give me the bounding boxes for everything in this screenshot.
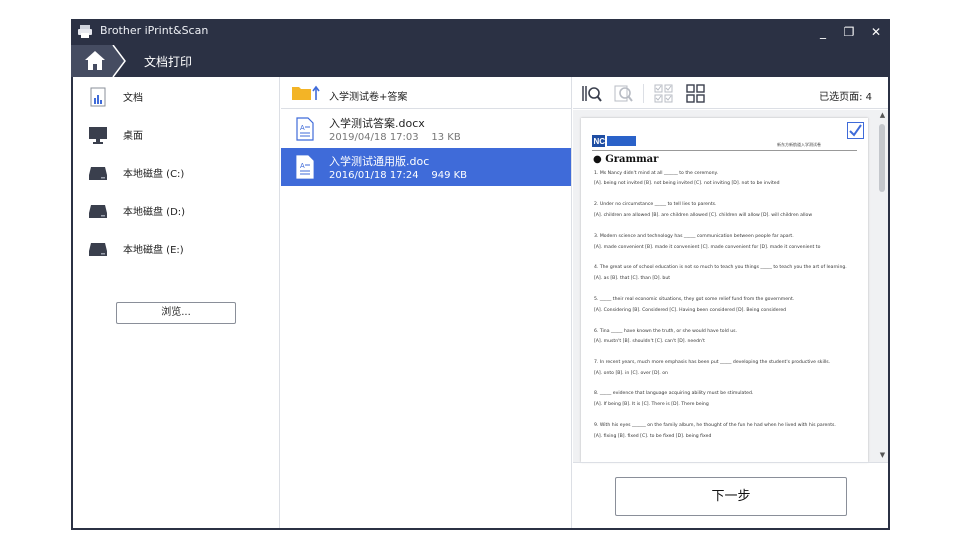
file-meta: 2016/01/18 17:24 949 KB [329,170,467,181]
question-line: 9. With his eyes ______ on the family al… [594,423,836,428]
desktop-icon [89,127,107,144]
drive-icon [89,167,107,180]
page-title: 文档打印 [144,55,193,69]
answer-line: [A]. mustn't [B]. shouldn't [C]. can't [… [594,339,705,344]
answer-line: [A]. made convenient [B]. made it conven… [594,245,821,250]
sidebar-item-desktop[interactable]: 桌面 [73,117,279,153]
page-zoom-icon[interactable] [582,84,602,103]
preview-pane: 已选页面: 4 NC 新东方新航道入学测试卷 ● Grammar 1. Ms N… [573,77,888,528]
answer-line: [A]. being not invited [B]. not being in… [594,181,780,186]
footer-area: 下一步 [573,462,888,528]
zoom-icon[interactable] [614,84,634,103]
minimize-button[interactable]: _ [813,22,833,42]
folder-header: 入学测试卷+答案 [281,77,571,109]
header-rule [592,150,857,151]
drive-icon [89,243,107,256]
page-checkbox[interactable] [847,122,864,139]
section-title: ● Grammar [593,154,659,165]
window-title: Brother iPrint&Scan [100,24,209,37]
scroll-up-icon[interactable]: ▲ [878,111,887,120]
sidebar-item-label: 本地磁盘 (E:) [123,245,184,256]
question-line: 4. The great use of school education is … [594,265,847,270]
question-line: 7. In recent years, much more emphasis h… [594,360,831,365]
file-size: 949 KB [431,170,468,181]
nav-bar: 文档打印 [71,45,890,77]
svg-text:NC: NC [594,137,606,146]
file-name: 入学测试通用版.doc [329,155,430,168]
question-line: 1. Ms Nancy didn't mind at all ______ to… [594,171,719,176]
selected-pages-count: 已选页面: 4 [819,92,872,103]
sidebar-item-label: 本地磁盘 (C:) [123,169,185,180]
home-button[interactable] [71,45,127,77]
file-date: 2016/01/18 17:24 [329,170,419,181]
page-header-text: 新东方新航道入学测试卷 [777,142,821,147]
maximize-button[interactable]: ❐ [839,22,859,42]
file-size: 13 KB [431,132,461,143]
file-date: 2019/04/18 17:03 [329,132,419,143]
sidebar-item-drive-c[interactable]: 本地磁盘 (C:) [73,155,279,191]
question-line: 3. Modern science and technology has ___… [594,234,794,239]
file-meta: 2019/04/18 17:03 13 KB [329,132,461,143]
question-line: 6. Tina _____ have known the truth, or s… [594,329,738,334]
word-document-icon: A [296,155,314,179]
svg-text:A: A [300,125,305,132]
file-row-selected[interactable]: A 入学测试通用版.doc 2016/01/18 17:24 949 KB [281,148,571,186]
answer-line: [A]. Considering [B]. Considered [C]. Ha… [594,308,787,313]
toolbar-divider [643,84,644,103]
sidebar-item-drive-d[interactable]: 本地磁盘 (D:) [73,193,279,229]
drive-icon [89,205,107,218]
question-line: 5. _____ their real economic situations,… [594,297,795,302]
section-title-text: Grammar [605,154,659,165]
next-button[interactable]: 下一步 [615,477,847,516]
app-window: Brother iPrint&Scan _ ❐ ✕ 文档打印 文档 桌面 本地磁… [71,19,890,530]
file-name: 入学测试答案.docx [329,117,425,130]
page-thumbnail[interactable]: NC 新东方新航道入学测试卷 ● Grammar 1. Ms Nancy did… [581,118,868,462]
title-bar: Brother iPrint&Scan _ ❐ ✕ [71,19,890,45]
close-button[interactable]: ✕ [866,22,886,42]
word-document-icon: A [296,117,314,141]
location-sidebar: 文档 桌面 本地磁盘 (C:) 本地磁盘 (D:) 本地磁盘 (E:) 浏览..… [73,77,280,528]
answer-line: [A]. as [B]. that [C]. than [D]. but [594,276,671,281]
preview-toolbar: 已选页面: 4 [573,77,888,109]
preview-scrollbar[interactable]: ▲ ▼ [877,110,888,462]
answer-line: [A]. If being [B]. It is [C]. There is [… [594,402,709,407]
browse-button[interactable]: 浏览... [116,302,236,324]
grid-view-icon[interactable] [686,84,706,103]
sidebar-item-drive-e[interactable]: 本地磁盘 (E:) [73,231,279,267]
printer-app-icon [78,25,92,38]
scroll-down-icon[interactable]: ▼ [878,451,887,460]
main-content: 文档 桌面 本地磁盘 (C:) 本地磁盘 (D:) 本地磁盘 (E:) 浏览..… [73,77,888,528]
question-line: 8. _____ evidence that language acquirin… [594,391,754,396]
folder-up-icon[interactable] [292,85,320,101]
page-preview-area: NC 新东方新航道入学测试卷 ● Grammar 1. Ms Nancy did… [573,110,888,462]
sidebar-item-label: 桌面 [123,131,143,142]
documents-icon [90,87,106,107]
nc-logo: NC [592,135,636,147]
answer-line: [A]. fixing [B]. fixed [C]. to be fixed … [594,434,712,439]
answer-line: [A]. children are allowed [B]. are child… [594,213,813,218]
sidebar-item-label: 文档 [123,93,143,104]
sidebar-item-documents[interactable]: 文档 [73,79,279,115]
svg-text:A: A [300,163,305,170]
sidebar-item-label: 本地磁盘 (D:) [123,207,186,218]
scroll-thumb[interactable] [879,124,885,192]
current-folder-path: 入学测试卷+答案 [329,92,408,103]
select-all-icon[interactable] [654,84,674,103]
question-line: 2. Under no circumstance _____ to tell l… [594,202,717,207]
file-row[interactable]: A 入学测试答案.docx 2019/04/18 17:03 13 KB [281,110,571,148]
file-list-pane: 入学测试卷+答案 A 入学测试答案.docx 2019/04/18 17:03 … [281,77,572,528]
answer-line: [A]. onto [B]. in [C]. over [D]. on [594,371,668,376]
